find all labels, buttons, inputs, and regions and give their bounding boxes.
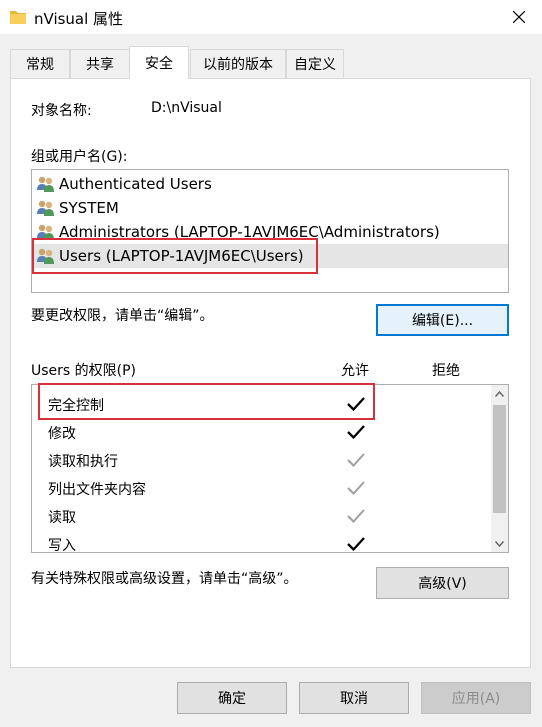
scroll-down-button[interactable]	[491, 535, 508, 552]
groups-label: 组或用户名(G):	[31, 149, 128, 165]
permission-row: 读取	[32, 502, 492, 530]
user-name: Authenticated Users	[59, 175, 212, 193]
user-list[interactable]: Authenticated Users SYSTEM Administrator…	[31, 169, 509, 293]
checkmark-icon[interactable]	[346, 422, 366, 442]
users-group-icon	[37, 176, 54, 192]
allow-column-header: 允许	[341, 363, 369, 379]
window-title: nVisual 属性	[34, 10, 124, 28]
edit-button[interactable]: 编辑(E)...	[376, 304, 509, 336]
folder-icon	[10, 11, 26, 24]
permission-name: 列出文件夹内容	[48, 482, 146, 498]
tab-sharing[interactable]: 共享	[70, 49, 130, 78]
permission-row: 修改	[32, 418, 492, 446]
advanced-hint: 有关特殊权限或高级设置，请单击“高级”。	[31, 571, 298, 587]
highlight-full-control	[38, 383, 375, 420]
highlight-selected-user	[32, 238, 318, 274]
tab-security[interactable]: 安全	[129, 46, 189, 79]
apply-button[interactable]: 应用(A)	[421, 682, 531, 714]
checkmark-inherited-icon[interactable]	[346, 450, 366, 470]
object-name-label: 对象名称:	[31, 103, 92, 119]
checkmark-inherited-icon[interactable]	[346, 478, 366, 498]
scroll-thumb[interactable]	[493, 405, 506, 513]
cancel-button[interactable]: 取消	[299, 682, 409, 714]
chevron-up-icon	[495, 390, 504, 397]
list-item[interactable]: Authenticated Users	[32, 172, 508, 196]
permission-name: 读取和执行	[48, 454, 118, 470]
tab-previous-versions[interactable]: 以前的版本	[190, 49, 286, 78]
edit-hint: 要更改权限，请单击“编辑”。	[31, 308, 214, 324]
users-group-icon	[37, 200, 54, 216]
scroll-up-button[interactable]	[491, 385, 508, 402]
object-name-value: D:\nVisual	[151, 100, 222, 116]
list-item[interactable]: SYSTEM	[32, 196, 508, 220]
permission-row: 读取和执行	[32, 446, 492, 474]
permission-row: 写入	[32, 530, 492, 553]
close-icon	[513, 11, 525, 23]
ok-button[interactable]: 确定	[177, 682, 287, 714]
tab-custom[interactable]: 自定义	[286, 49, 344, 78]
dialog-footer: 确定 取消 应用(A)	[0, 668, 542, 727]
permission-name: 修改	[48, 426, 76, 442]
chevron-down-icon	[495, 540, 504, 547]
advanced-button[interactable]: 高级(V)	[376, 567, 509, 599]
permission-row: 列出文件夹内容	[32, 474, 492, 502]
checkmark-icon[interactable]	[346, 534, 366, 553]
tab-general[interactable]: 常规	[10, 49, 70, 78]
user-name: SYSTEM	[59, 199, 119, 217]
permission-name: 读取	[48, 510, 76, 526]
close-button[interactable]	[496, 0, 542, 34]
deny-column-header: 拒绝	[432, 363, 460, 379]
permission-name: 写入	[48, 538, 76, 553]
permissions-scrollbar[interactable]	[491, 385, 508, 552]
title-bar: nVisual 属性	[0, 0, 542, 34]
security-panel: 对象名称: D:\nVisual 组或用户名(G): Authenticated…	[10, 78, 531, 668]
permissions-label: Users 的权限(P)	[31, 363, 137, 379]
checkmark-inherited-icon[interactable]	[346, 506, 366, 526]
